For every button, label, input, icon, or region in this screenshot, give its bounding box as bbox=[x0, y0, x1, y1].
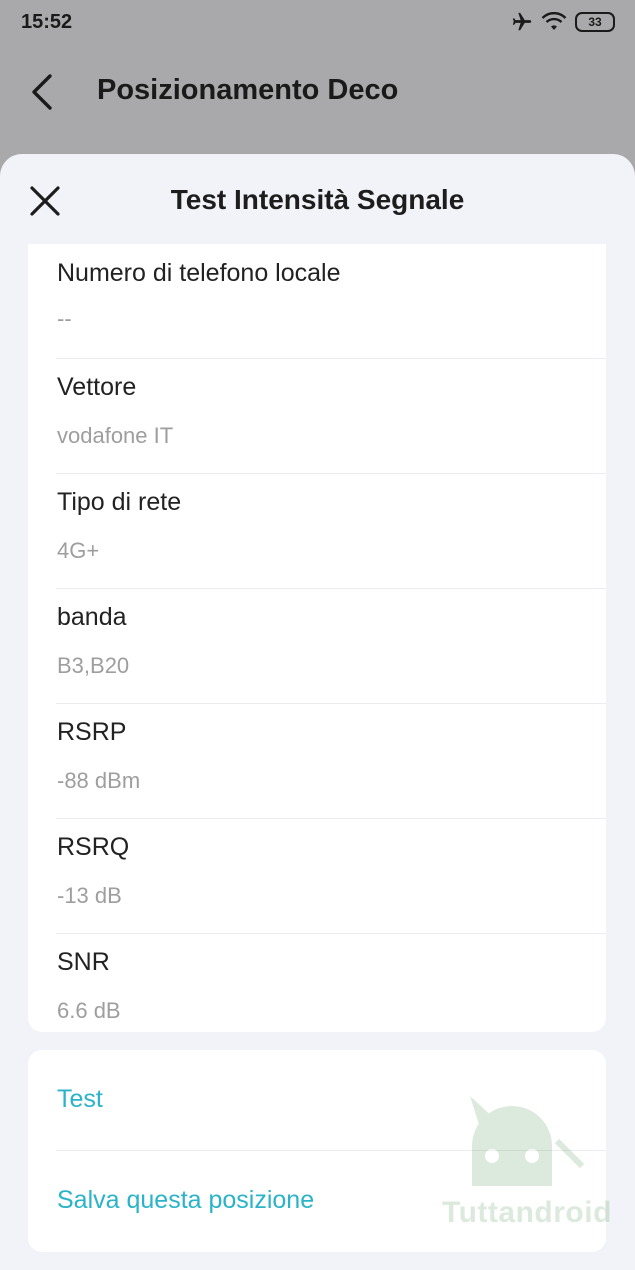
test-button[interactable]: Test bbox=[56, 1050, 606, 1151]
signal-info-card: Numero di telefono locale -- Vettore vod… bbox=[28, 244, 606, 1032]
info-label: Numero di telefono locale bbox=[57, 259, 341, 287]
airplane-icon bbox=[512, 12, 532, 31]
info-row-carrier: Vettore vodafone IT bbox=[56, 359, 606, 474]
status-icons: 33 bbox=[511, 11, 615, 33]
status-time: 15:52 bbox=[21, 11, 73, 33]
info-row-rsrq: RSRQ -13 dB bbox=[56, 819, 606, 934]
info-value: B3,B20 bbox=[57, 653, 130, 678]
info-row-network-type: Tipo di rete 4G+ bbox=[56, 474, 606, 589]
info-value: vodafone IT bbox=[57, 423, 174, 448]
info-row-snr: SNR 6.6 dB bbox=[56, 934, 606, 1048]
back-button[interactable] bbox=[24, 70, 64, 114]
info-label: SNR bbox=[57, 948, 110, 976]
info-label: RSRQ bbox=[57, 833, 130, 861]
wifi-icon bbox=[541, 12, 567, 30]
info-value: 6.6 dB bbox=[57, 998, 121, 1023]
info-value: -88 dBm bbox=[57, 768, 141, 793]
signal-test-sheet: Test Intensità Segnale Numero di telefon… bbox=[0, 154, 635, 1270]
info-label: RSRP bbox=[57, 718, 127, 746]
actions-card: Test Salva questa posizione bbox=[28, 1050, 606, 1252]
sheet-title: Test Intensità Segnale bbox=[170, 184, 465, 215]
info-value: -- bbox=[57, 306, 72, 331]
chevron-left-icon bbox=[32, 74, 52, 110]
info-label: banda bbox=[57, 603, 127, 631]
info-row-band: banda B3,B20 bbox=[56, 589, 606, 704]
save-position-button[interactable]: Salva questa posizione bbox=[56, 1151, 606, 1251]
save-position-label: Salva questa posizione bbox=[57, 1186, 315, 1214]
info-row-rsrp: RSRP -88 dBm bbox=[56, 704, 606, 819]
info-value: -13 dB bbox=[57, 883, 122, 908]
test-button-label: Test bbox=[57, 1085, 103, 1113]
battery-icon: 33 bbox=[575, 12, 615, 32]
info-label: Tipo di rete bbox=[57, 488, 182, 516]
info-label: Vettore bbox=[57, 373, 137, 401]
info-value: 4G+ bbox=[57, 538, 100, 563]
page-title: Posizionamento Deco bbox=[97, 74, 399, 106]
info-row-local-number: Numero di telefono locale -- bbox=[56, 244, 606, 359]
status-bar: 15:52 33 bbox=[0, 0, 635, 44]
app-header: Posizionamento Deco bbox=[0, 44, 635, 144]
